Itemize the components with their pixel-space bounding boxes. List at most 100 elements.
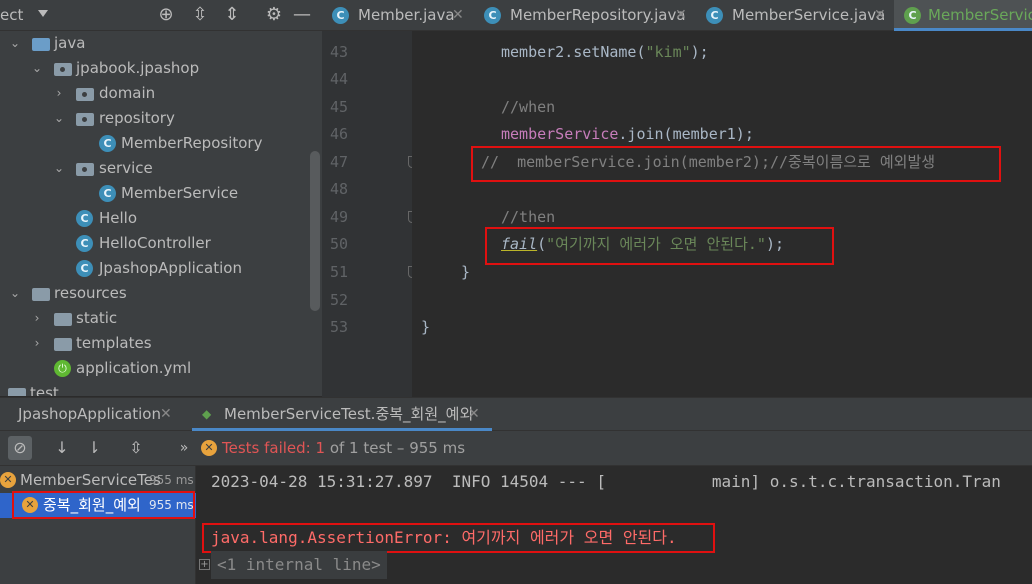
editor-gutter: 43 44 45 46 47 48 49 50 51 52 53 [322, 31, 418, 397]
folder-icon [54, 313, 72, 326]
test-failed-icon: ✕ [0, 472, 16, 488]
tree-item-repository[interactable]: ⌄ repository [0, 106, 310, 131]
package-icon [54, 63, 72, 76]
close-icon[interactable]: ✕ [468, 398, 480, 431]
chevron-down-icon[interactable]: ⌄ [8, 281, 22, 306]
tab-jpashop-application[interactable]: JpashopApplication ✕ [0, 398, 186, 431]
locate-icon[interactable]: ⊕ [154, 3, 178, 27]
chevron-down-icon[interactable]: ⌄ [8, 31, 22, 56]
editor-tab-bar: C Member.java ✕ C MemberRepository.java … [322, 0, 1032, 31]
annotation-box-line-47 [471, 146, 1001, 182]
tree-item-static[interactable]: › static [0, 306, 310, 331]
tab-member-service-test[interactable]: ◆ MemberServiceTest.중복_회원_예외 ✕ [192, 398, 492, 431]
line-number: 48 [329, 180, 348, 198]
annotation-box-line-50 [485, 227, 834, 265]
tree-item-application-yml[interactable]: ⏻ application.yml [0, 356, 310, 381]
line-number: 52 [329, 291, 348, 309]
chevron-right-icon[interactable]: › [30, 306, 44, 331]
chevron-down-icon[interactable]: ⌄ [52, 156, 66, 181]
tab-member-java[interactable]: C Member.java ✕ [322, 0, 472, 31]
annotation-box-test-case [12, 491, 195, 519]
close-icon[interactable]: ✕ [452, 0, 464, 31]
tab-member-service-java[interactable]: C MemberService.java ✕ [696, 0, 892, 31]
code-line-51: } [461, 263, 471, 281]
sort-alpha-icon[interactable]: ↓ [50, 436, 74, 460]
code-line-43: member2.setName("kim"); [501, 43, 709, 61]
test-results-tree: ✕ MemberServiceTes 955 ms ✕ 중복_회원_예외 955… [0, 466, 196, 584]
chevron-down-icon[interactable]: ⌄ [30, 56, 44, 81]
run-toolbar: ⊘ ↓ ⇂ ⇳ » ✕ Tests failed: 1 of 1 test – … [0, 431, 1032, 466]
expand-all-icon[interactable]: ⇳ [188, 3, 212, 27]
show-passed-toggle-icon[interactable]: ⊘ [8, 436, 32, 460]
tree-item-java[interactable]: ⌄ java [0, 31, 310, 56]
tree-item-jpabook-jpashop[interactable]: ⌄ jpabook.jpashop [0, 56, 310, 81]
close-icon[interactable]: ✕ [874, 0, 886, 31]
test-failed-icon: ✕ [201, 440, 217, 456]
tree-item-jpashop-application[interactable]: C JpashopApplication [0, 256, 310, 281]
tree-item-test[interactable]: test [0, 381, 310, 396]
code-editor[interactable]: member2.setName("kim"); //when memberSer… [412, 31, 1032, 397]
package-icon [76, 113, 94, 126]
collapse-all-icon[interactable]: ⇕ [220, 3, 244, 27]
tab-member-service-test[interactable]: C MemberService [894, 0, 1032, 31]
folder-blue-icon [32, 38, 50, 51]
tab-member-repository-java[interactable]: C MemberRepository.java ✕ [474, 0, 694, 31]
chevron-right-icon[interactable]: › [30, 331, 44, 356]
tree-item-member-repository[interactable]: C MemberRepository [0, 131, 310, 156]
folder-icon [54, 338, 72, 351]
chevron-down-icon[interactable]: ⌄ [52, 106, 66, 131]
project-tree: ⌄ java ⌄ jpabook.jpashop › domain ⌄ repo… [0, 31, 322, 396]
class-icon: C [76, 235, 93, 252]
spring-class-icon: C [76, 260, 93, 277]
chevron-right-icon[interactable]: › [52, 81, 66, 106]
line-number: 50 [329, 235, 348, 253]
run-tab-bar: JpashopApplication ✕ ◆ MemberServiceTest… [0, 397, 1032, 431]
hide-panel-icon[interactable]: — [290, 3, 314, 27]
tree-scrollbar[interactable] [310, 151, 320, 311]
test-case-row[interactable]: ✕ 중복_회원_예외 955 ms [0, 491, 196, 519]
gear-icon[interactable]: ⚙ [262, 3, 286, 27]
tree-item-resources[interactable]: ⌄ resources [0, 281, 310, 306]
spring-config-icon: ⏻ [54, 360, 71, 377]
line-number: 47 [329, 153, 348, 171]
tree-item-service[interactable]: ⌄ service [0, 156, 310, 181]
folder-icon [8, 388, 26, 396]
console-log-line: 2023-04-28 15:31:27.897 INFO 14504 --- [… [211, 472, 1001, 491]
class-icon: C [484, 7, 501, 24]
line-number: 43 [329, 43, 348, 61]
project-panel-header: ect ⊕ ⇳ ⇕ ⚙ — [0, 0, 322, 31]
close-icon[interactable]: ✕ [675, 0, 687, 31]
line-number: 51 [329, 263, 348, 281]
expand-icon[interactable]: + [199, 559, 210, 570]
annotation-box-error [202, 523, 715, 553]
class-icon: C [99, 135, 116, 152]
tree-item-domain[interactable]: › domain [0, 81, 310, 106]
line-number: 44 [329, 70, 348, 88]
more-icon[interactable]: » [172, 436, 196, 460]
test-suite-row[interactable]: ✕ MemberServiceTes 955 ms [0, 468, 196, 493]
project-panel-title[interactable]: ect [0, 6, 23, 24]
test-status: Tests failed: 1 of 1 test – 955 ms [222, 439, 466, 457]
line-number: 45 [329, 98, 348, 116]
class-icon: C [706, 7, 723, 24]
class-icon: C [99, 185, 116, 202]
test-run-icon: ◆ [202, 407, 212, 421]
tree-item-templates[interactable]: › templates [0, 331, 310, 356]
line-number: 53 [329, 318, 348, 336]
line-number: 49 [329, 208, 348, 226]
sort-duration-icon[interactable]: ⇂ [82, 436, 106, 460]
code-line-53: } [421, 318, 431, 336]
tree-item-member-service[interactable]: C MemberService [0, 181, 310, 206]
tree-item-hello[interactable]: C Hello [0, 206, 310, 231]
code-line-45: //when [501, 98, 556, 116]
code-line-46: memberService.join(member1); [501, 125, 754, 143]
close-icon[interactable]: ✕ [160, 398, 172, 431]
line-number: 46 [329, 125, 348, 143]
package-icon [76, 163, 94, 176]
tree-item-hello-controller[interactable]: C HelloController [0, 231, 310, 256]
chevron-down-icon[interactable] [38, 10, 48, 17]
expand-all-icon[interactable]: ⇳ [124, 436, 148, 460]
console-output[interactable]: 2023-04-28 15:31:27.897 INFO 14504 --- [… [197, 466, 1032, 584]
class-icon: C [76, 210, 93, 227]
console-internal-line[interactable]: <1 internal line> [211, 551, 387, 579]
